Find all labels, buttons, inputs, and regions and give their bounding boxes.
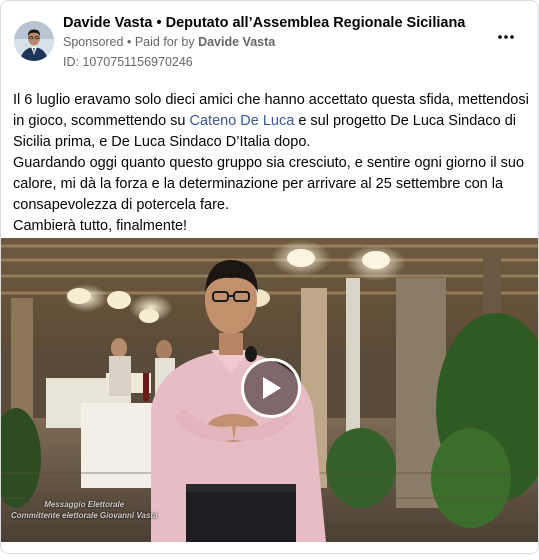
post-paragraph-3: Cambierà tutto, finalmente!	[13, 218, 188, 234]
mention-link[interactable]: Cateno De Luca	[190, 113, 295, 129]
page-name[interactable]: Davide Vasta • Deputato all’Assemblea Re…	[63, 15, 465, 31]
ad-id: ID: 1070751156970246	[63, 55, 193, 69]
play-icon	[263, 377, 281, 399]
sponsored-label: Sponsored	[63, 35, 124, 49]
post-paragraph-1: Il 6 luglio eravamo solo dieci amici che…	[13, 90, 529, 153]
paid-for-prefix: Paid for by	[134, 35, 195, 49]
video-caption: Messaggio Elettorale Committente elettor…	[11, 499, 157, 521]
post-text: Il 6 luglio eravamo solo dieci amici che…	[13, 90, 529, 237]
more-horizontal-icon	[498, 35, 514, 39]
play-button[interactable]	[241, 358, 301, 418]
paid-for-name[interactable]: Davide Vasta	[198, 35, 275, 49]
sponsored-line: Sponsored • Paid for by Davide Vasta	[63, 35, 275, 49]
post-paragraph-2: Guardando oggi quanto questo gruppo sia …	[13, 155, 525, 213]
post-header: Davide Vasta • Deputato all’Assemblea Re…	[1, 1, 538, 81]
avatar[interactable]	[14, 21, 54, 61]
caption-line-2: Committente elettorale Giovanni Vasta	[11, 511, 158, 520]
caption-line-1: Messaggio Elettorale	[44, 500, 125, 509]
meta-separator: •	[126, 35, 132, 49]
profile-picture-icon	[14, 21, 54, 61]
ad-card: Davide Vasta • Deputato all’Assemblea Re…	[0, 0, 539, 554]
more-options-button[interactable]	[494, 29, 518, 45]
